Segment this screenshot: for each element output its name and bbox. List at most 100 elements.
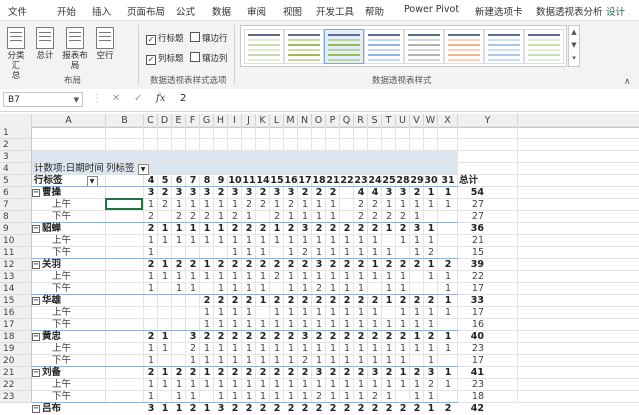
pivot-value-cell[interactable]: 1 bbox=[368, 235, 382, 247]
pivot-value-cell[interactable]: 1 bbox=[354, 343, 368, 355]
pivot-value-cell[interactable]: 1 bbox=[158, 379, 172, 391]
pivot-value-cell[interactable]: 1 bbox=[172, 199, 186, 211]
blank-rows-button[interactable]: 空行 bbox=[94, 27, 116, 61]
pivot-value-cell[interactable]: 1 bbox=[228, 199, 242, 211]
pivot-value-cell[interactable]: 2 bbox=[312, 295, 326, 307]
pivot-value-cell[interactable]: 3 bbox=[312, 367, 326, 379]
pivot-value-cell[interactable]: 2 bbox=[340, 367, 354, 379]
pivot-value-cell[interactable]: 2 bbox=[354, 199, 368, 211]
pivot-value-cell[interactable]: 1 bbox=[270, 307, 284, 319]
pivot-value-cell[interactable]: 1 bbox=[368, 379, 382, 391]
pivot-value-label[interactable]: 计数项:日期时间 bbox=[32, 163, 108, 175]
pivot-value-cell[interactable]: 1 bbox=[382, 295, 396, 307]
filter-dropdown-icon[interactable]: ▼ bbox=[137, 164, 149, 175]
row-total-cell[interactable]: 23 bbox=[458, 343, 484, 355]
pivot-value-cell[interactable]: 2 bbox=[368, 223, 382, 235]
tab-12[interactable]: 新建选项卡 bbox=[475, 4, 523, 18]
pivot-value-cell[interactable]: 1 bbox=[172, 271, 186, 283]
row-header[interactable]: 6 bbox=[0, 187, 32, 199]
row-header[interactable]: 23 bbox=[0, 391, 32, 403]
pivot-value-cell[interactable]: 2 bbox=[228, 367, 242, 379]
pivot-value-cell[interactable]: 1 bbox=[242, 235, 256, 247]
pivot-value-cell[interactable] bbox=[172, 331, 186, 343]
pivot-value-cell[interactable]: 1 bbox=[214, 307, 228, 319]
pivot-value-cell[interactable]: 2 bbox=[256, 187, 270, 199]
collapse-icon[interactable]: − bbox=[32, 333, 40, 341]
pivot-value-cell[interactable]: 2 bbox=[368, 403, 382, 415]
pivot-value-cell[interactable]: 2 bbox=[326, 223, 340, 235]
pivot-value-cell[interactable]: 1 bbox=[396, 379, 410, 391]
pivot-value-cell[interactable]: 1 bbox=[200, 235, 214, 247]
chevron-up-icon[interactable]: ▲ bbox=[569, 26, 579, 39]
pivot-value-cell[interactable] bbox=[340, 199, 354, 211]
pivot-value-cell[interactable]: 1 bbox=[186, 379, 200, 391]
pivot-value-cell[interactable]: 2 bbox=[354, 223, 368, 235]
row-header[interactable]: 19 bbox=[0, 343, 32, 355]
pivot-value-cell[interactable]: 2 bbox=[228, 259, 242, 271]
pivot-value-cell[interactable]: 2 bbox=[284, 259, 298, 271]
pivot-value-cell[interactable]: 1 bbox=[438, 271, 458, 283]
pivot-value-cell[interactable]: 1 bbox=[368, 307, 382, 319]
chevron-down-icon[interactable]: ▼ bbox=[74, 93, 79, 108]
pivot-value-cell[interactable]: 2 bbox=[144, 331, 158, 343]
pivot-value-cell[interactable]: 2 bbox=[340, 331, 354, 343]
pivot-value-cell[interactable]: 1 bbox=[298, 235, 312, 247]
pivot-value-cell[interactable]: 1 bbox=[312, 307, 326, 319]
pivot-value-cell[interactable]: 2 bbox=[228, 331, 242, 343]
pivot-value-cell[interactable]: 1 bbox=[396, 235, 410, 247]
pivot-value-cell[interactable] bbox=[172, 295, 186, 307]
pivot-value-cell[interactable]: 1 bbox=[326, 307, 340, 319]
row-header[interactable]: 2 bbox=[0, 139, 32, 151]
pivot-value-cell[interactable]: 2 bbox=[410, 403, 424, 415]
pivot-value-cell[interactable]: 2 bbox=[298, 259, 312, 271]
pivot-value-cell[interactable]: 2 bbox=[200, 331, 214, 343]
pivot-value-cell[interactable]: 1 bbox=[438, 343, 458, 355]
pivot-value-cell[interactable]: 2 bbox=[214, 187, 228, 199]
row-total-cell[interactable]: 21 bbox=[458, 235, 484, 247]
row-total-cell[interactable]: 39 bbox=[458, 259, 484, 271]
pivot-value-cell[interactable]: 1 bbox=[368, 271, 382, 283]
pivot-value-cell[interactable]: 1 bbox=[382, 379, 396, 391]
pivot-value-cell[interactable]: 3 bbox=[396, 187, 410, 199]
pivot-value-cell[interactable]: 2 bbox=[186, 403, 200, 415]
pivot-value-cell[interactable]: 2 bbox=[326, 295, 340, 307]
pivot-style-swatch[interactable] bbox=[524, 29, 564, 64]
pivot-value-cell[interactable] bbox=[144, 307, 158, 319]
pivot-value-cell[interactable]: 1 bbox=[228, 235, 242, 247]
row-total-cell[interactable]: 27 bbox=[458, 199, 484, 211]
row-header[interactable]: 17 bbox=[0, 319, 32, 331]
banded-rows-checkbox[interactable]: 镶边行 bbox=[190, 32, 228, 44]
pivot-value-cell[interactable]: 2 bbox=[340, 295, 354, 307]
pivot-value-cell[interactable]: 1 bbox=[354, 379, 368, 391]
pivot-value-cell[interactable]: 1 bbox=[368, 259, 382, 271]
pivot-value-cell[interactable]: 2 bbox=[270, 367, 284, 379]
pivot-value-cell[interactable]: 1 bbox=[172, 223, 186, 235]
pivot-style-swatch[interactable] bbox=[244, 29, 284, 64]
pivot-value-cell[interactable]: 2 bbox=[382, 331, 396, 343]
pivot-value-cell[interactable]: 2 bbox=[256, 331, 270, 343]
pivot-value-cell[interactable]: 2 bbox=[242, 199, 256, 211]
collapse-ribbon-icon[interactable]: ∧ bbox=[624, 77, 631, 87]
pivot-value-cell[interactable]: 2 bbox=[186, 259, 200, 271]
pivot-value-cell[interactable]: 1 bbox=[340, 343, 354, 355]
pivot-value-cell[interactable]: 1 bbox=[158, 271, 172, 283]
collapse-icon[interactable]: − bbox=[32, 225, 40, 233]
pivot-value-cell[interactable] bbox=[382, 235, 396, 247]
pivot-value-cell[interactable]: 1 bbox=[144, 379, 158, 391]
row-total-cell[interactable]: 15 bbox=[458, 247, 484, 259]
column-headers-checkbox[interactable]: ✓ 列标题 bbox=[146, 52, 184, 65]
row-header[interactable]: 1 bbox=[0, 127, 32, 139]
pivot-value-cell[interactable]: 3 bbox=[172, 187, 186, 199]
pivot-value-cell[interactable]: 2 bbox=[368, 199, 382, 211]
pivot-value-cell[interactable]: 2 bbox=[186, 343, 200, 355]
pivot-value-cell[interactable]: 2 bbox=[424, 295, 438, 307]
pivot-value-cell[interactable]: 1 bbox=[424, 307, 438, 319]
pivot-value-cell[interactable]: 2 bbox=[242, 403, 256, 415]
pivot-style-swatch[interactable] bbox=[404, 29, 444, 64]
pivot-value-cell[interactable]: 2 bbox=[354, 259, 368, 271]
cancel-icon[interactable]: ✕ bbox=[112, 93, 120, 104]
pivot-value-cell[interactable]: 1 bbox=[242, 307, 256, 319]
row-header[interactable]: 7 bbox=[0, 199, 32, 211]
pivot-value-cell[interactable] bbox=[158, 295, 172, 307]
pivot-value-cell[interactable]: 1 bbox=[438, 199, 458, 211]
